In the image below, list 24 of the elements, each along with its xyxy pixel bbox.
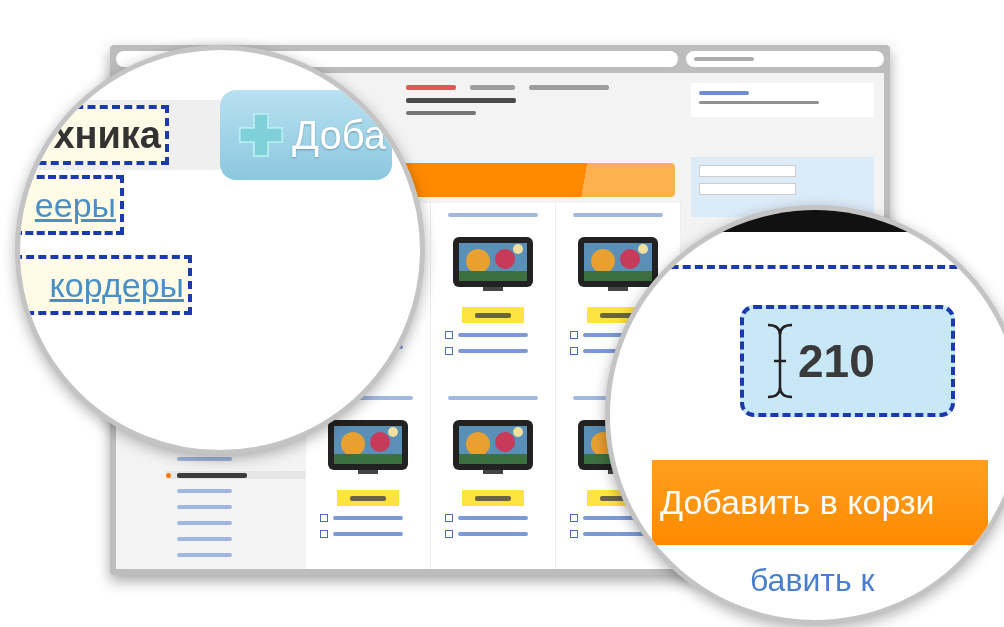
- blurred-text: [699, 91, 749, 95]
- blurred-text: [694, 57, 754, 61]
- link[interactable]: бавить к: [750, 562, 875, 599]
- blurred-text: [475, 495, 511, 501]
- blurred-text: [333, 516, 403, 520]
- input-field[interactable]: [699, 183, 796, 195]
- category-link[interactable]: ееры: [20, 175, 124, 235]
- blurred-text: [458, 349, 528, 353]
- quantity-field[interactable]: 210: [740, 305, 955, 417]
- blurred-text: [470, 85, 515, 90]
- category-link[interactable]: кордеры: [20, 255, 192, 315]
- blurred-text: [458, 532, 528, 536]
- blurred-text: [406, 111, 476, 115]
- blurred-text[interactable]: [177, 472, 247, 478]
- blurred-text: [475, 312, 511, 318]
- add-to-cart-button[interactable]: Добавить в корзи: [652, 460, 988, 545]
- input-field[interactable]: [699, 165, 796, 177]
- text-cursor-icon: [766, 323, 794, 399]
- blurred-text: [458, 333, 528, 337]
- blurred-text: [458, 516, 528, 520]
- search-field[interactable]: [686, 51, 884, 67]
- blurred-text: [406, 85, 456, 90]
- blurred-text: [333, 532, 403, 536]
- blurred-text: [350, 495, 386, 501]
